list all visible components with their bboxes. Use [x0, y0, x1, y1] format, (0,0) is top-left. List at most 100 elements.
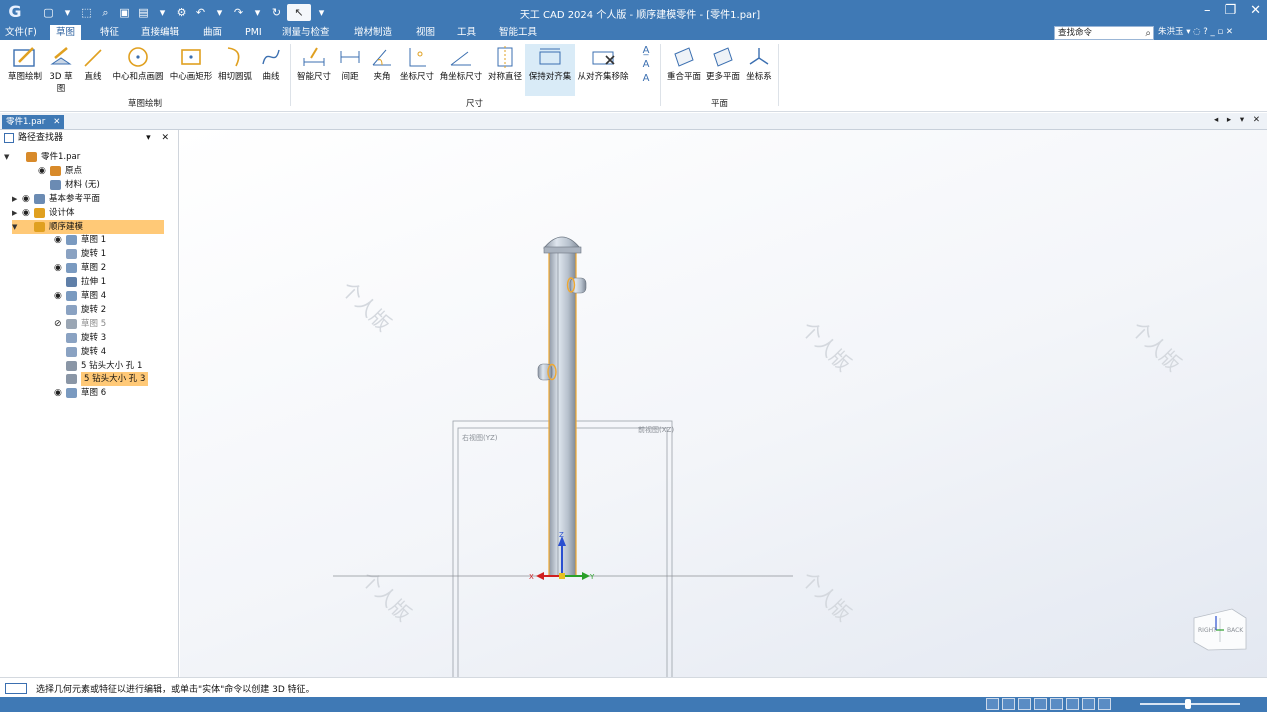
coincident-plane-button[interactable]: 重合平面: [666, 44, 702, 82]
status-icon[interactable]: [5, 683, 27, 694]
open-file-icon[interactable]: ⬚: [78, 4, 95, 21]
view-orientation-icon[interactable]: [1082, 698, 1095, 710]
tree-row[interactable]: 旋转 4: [44, 345, 106, 359]
tree-row[interactable]: ◉ 原点: [28, 164, 82, 178]
help-controls[interactable]: ▾ ◌ ? _ ▫ ✕: [1186, 27, 1233, 37]
tree-row[interactable]: 拉伸 1: [44, 275, 106, 289]
redo-icon[interactable]: ↷: [230, 4, 247, 21]
undo-icon[interactable]: ↶: [192, 4, 209, 21]
menu-surface[interactable]: 曲面: [203, 25, 222, 40]
menu-pmi[interactable]: PMI: [245, 25, 262, 40]
search-file-icon[interactable]: ⌕: [97, 4, 114, 21]
spin-icon[interactable]: [1066, 698, 1079, 710]
tree-row[interactable]: ▶ ◉ 设计体: [12, 206, 75, 220]
curve-button[interactable]: 曲线: [258, 44, 284, 82]
text-style-icon[interactable]: A̲: [638, 44, 654, 58]
search-icon[interactable]: ⌕: [1145, 27, 1151, 40]
tree-row[interactable]: 旋转 1: [44, 247, 106, 261]
eye-icon[interactable]: ◉: [22, 192, 34, 206]
more-planes-button[interactable]: 更多平面: [704, 44, 742, 82]
menu-file[interactable]: 文件(F): [5, 25, 37, 40]
collapse-arrow-icon[interactable]: ▼: [4, 150, 14, 164]
user-name[interactable]: 朱洪玉: [1158, 27, 1184, 37]
model-canvas[interactable]: 个人版 个人版 个人版 个人版 个人版 右视图(YZ) 前视图(XZ) Z X …: [180, 130, 1267, 677]
remove-alignment-set-button[interactable]: 从对齐集移除: [576, 44, 630, 82]
tree-row[interactable]: ▼ 顺序建模: [12, 219, 164, 234]
path-finder-controls[interactable]: ▾ ✕: [146, 130, 173, 146]
sketch-button[interactable]: 草图绘制: [6, 44, 44, 82]
customize-qat-icon[interactable]: ▾: [313, 4, 330, 21]
tree-row[interactable]: ◉ 草图 4: [44, 289, 106, 303]
save-as-icon[interactable]: ▤: [135, 4, 152, 21]
menu-smart-tools[interactable]: 智能工具: [499, 25, 537, 40]
eye-icon[interactable]: ◉: [22, 206, 34, 220]
eye-icon[interactable]: ◉: [54, 386, 66, 400]
tree-row[interactable]: 5 钻头大小 孔 1: [44, 359, 142, 373]
eye-icon[interactable]: ◉: [54, 289, 66, 303]
line-button[interactable]: 直线: [80, 44, 106, 82]
tangent-arc-button[interactable]: 相切圆弧: [216, 44, 254, 82]
tree-row[interactable]: ⊘ 草图 5: [44, 317, 106, 331]
eye-icon[interactable]: ◉: [54, 261, 66, 275]
view-cube[interactable]: RIGHT BACK: [1193, 608, 1247, 651]
angular-coordinate-button[interactable]: 角坐标尺寸: [438, 44, 484, 82]
tree-row[interactable]: 旋转 2: [44, 303, 106, 317]
tree-row[interactable]: ◉ 草图 2: [44, 261, 106, 275]
repeat-icon[interactable]: ↻: [268, 4, 285, 21]
keep-alignment-set-button[interactable]: 保持对齐集: [525, 44, 575, 96]
eye-icon[interactable]: ◉: [38, 164, 50, 178]
expand-arrow-icon[interactable]: ▶: [12, 192, 22, 206]
dropdown-icon[interactable]: ▾: [59, 4, 76, 21]
save-icon[interactable]: ▣: [116, 4, 133, 21]
tree-row[interactable]: 旋转 3: [44, 331, 106, 345]
text-shrink-icon[interactable]: A: [638, 72, 654, 86]
pipe-cap[interactable]: [543, 236, 581, 249]
expand-arrow-icon[interactable]: ▶: [12, 206, 22, 220]
hidden-eye-icon[interactable]: ⊘: [54, 317, 66, 331]
tree-row[interactable]: 5 钻头大小 孔 3: [44, 372, 149, 387]
menu-additive[interactable]: 增材制造: [354, 25, 392, 40]
circle-center-button[interactable]: 中心和点画圆: [110, 44, 166, 82]
distance-button[interactable]: 间距: [338, 44, 362, 82]
tab-navigation[interactable]: ◂ ▸ ▾ ✕: [1214, 115, 1263, 125]
minimize-button[interactable]: –: [1204, 3, 1211, 18]
tree-row[interactable]: ▶ ◉ 基本参考平面: [12, 192, 100, 206]
text-format-buttons[interactable]: A̲ A A: [638, 44, 654, 86]
menu-direct-edit[interactable]: 直接编辑: [141, 25, 179, 40]
symmetric-diameter-button[interactable]: 对称直径: [486, 44, 524, 82]
settings-icon[interactable]: ⚙: [173, 4, 190, 21]
coordinate-dimension-button[interactable]: 坐标尺寸: [398, 44, 436, 82]
rotate-icon[interactable]: [1050, 698, 1063, 710]
dropdown-icon[interactable]: ▾: [154, 4, 171, 21]
menu-tools[interactable]: 工具: [457, 25, 476, 40]
tree-row[interactable]: ◉ 草图 1: [44, 233, 106, 247]
eye-icon[interactable]: ◉: [54, 233, 66, 247]
menu-sketch[interactable]: 草图: [50, 25, 82, 40]
select-tool-icon[interactable]: ↖: [287, 4, 311, 21]
coordinate-system-button[interactable]: 坐标系: [744, 44, 774, 82]
document-tab[interactable]: 零件1.par ✕: [2, 115, 65, 129]
collapse-arrow-icon[interactable]: ▼: [12, 220, 22, 234]
display-style-icon[interactable]: [1098, 698, 1111, 710]
app-logo[interactable]: G: [6, 3, 24, 21]
3d-sketch-button[interactable]: 3D 草图: [48, 44, 74, 94]
zoom-icon[interactable]: [1002, 698, 1015, 710]
pipe-body[interactable]: [548, 250, 577, 577]
close-button[interactable]: ✕: [1250, 3, 1261, 18]
zoom-area-icon[interactable]: [986, 698, 999, 710]
menu-measure[interactable]: 测量与检查: [282, 25, 330, 40]
dropdown-icon[interactable]: ▾: [249, 4, 266, 21]
tree-row[interactable]: ▼ 零件1.par: [4, 150, 80, 164]
tree-row[interactable]: ◉ 草图 6: [44, 386, 106, 400]
menu-features[interactable]: 特征: [100, 25, 119, 40]
text-grow-icon[interactable]: A: [638, 58, 654, 72]
3d-viewport[interactable]: 个人版 个人版 个人版 个人版 个人版 右视图(YZ) 前视图(XZ) Z X …: [180, 130, 1267, 677]
fit-icon[interactable]: [1018, 698, 1031, 710]
dropdown-icon[interactable]: ▾: [211, 4, 228, 21]
smart-dimension-button[interactable]: 智能尺寸: [296, 44, 332, 82]
pan-icon[interactable]: [1034, 698, 1047, 710]
zoom-slider-knob[interactable]: [1185, 699, 1191, 709]
tree-row[interactable]: 材料 (无): [28, 178, 100, 192]
angle-button[interactable]: 夹角: [370, 44, 394, 82]
rectangle-button[interactable]: 中心画矩形: [168, 44, 214, 82]
